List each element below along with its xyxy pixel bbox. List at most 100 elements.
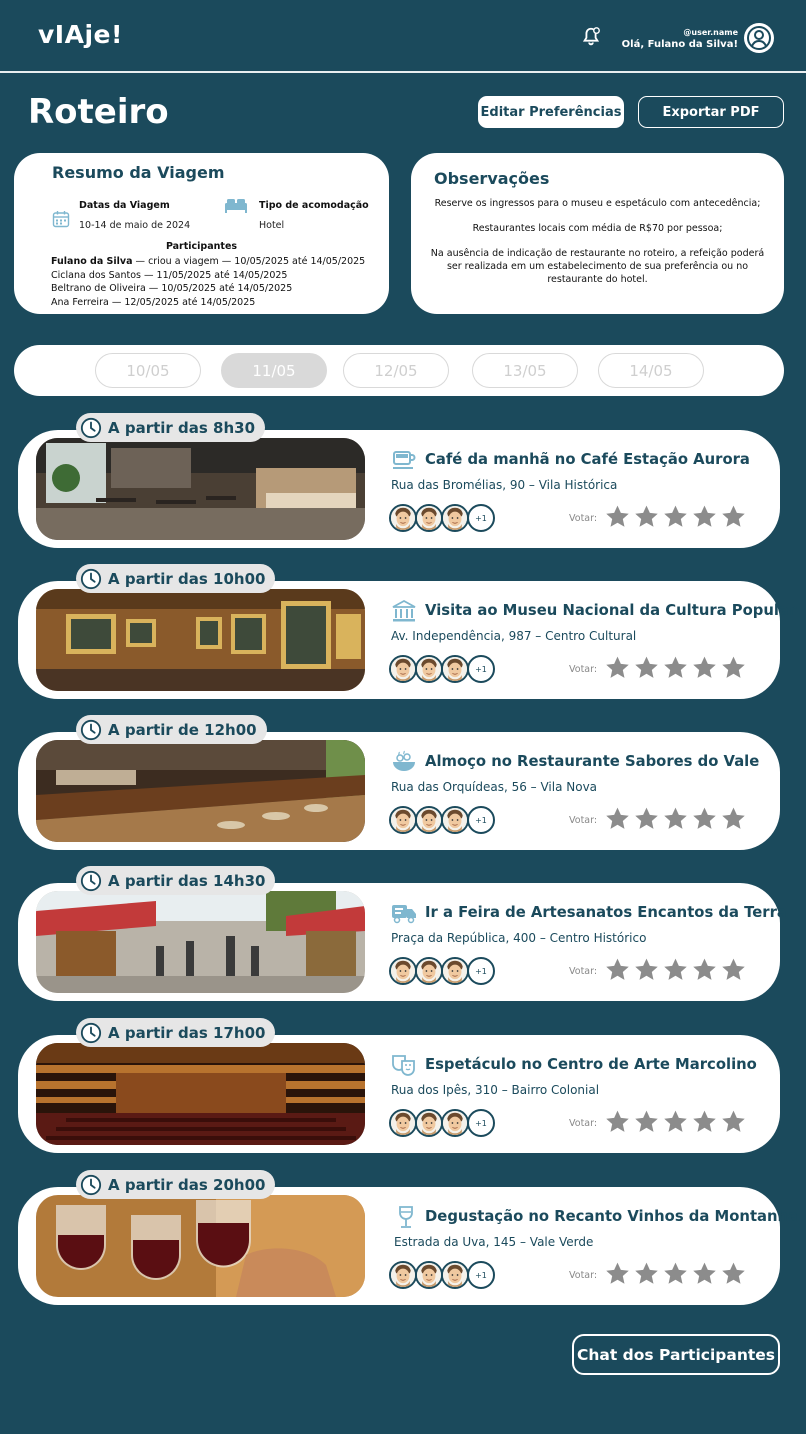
star-icon[interactable]	[634, 806, 659, 831]
activity-card[interactable]: Café da manhã no Café Estação Aurora Rua…	[18, 430, 780, 548]
star-icon[interactable]	[663, 655, 688, 680]
star-icon[interactable]	[692, 1261, 717, 1286]
activity-card[interactable]: Degustação no Recanto Vinhos da Montanha…	[18, 1187, 798, 1305]
app-logo[interactable]: vIAje!	[38, 20, 123, 49]
museum-photo	[36, 589, 365, 691]
date-tab[interactable]: 14/05	[598, 353, 704, 388]
activity-card[interactable]: Visita ao Museu Nacional da Cultura Popu…	[18, 581, 796, 699]
edit-preferences-button[interactable]: Editar Preferências	[478, 96, 624, 128]
participant-row: Ana Ferreira — 12/05/2025 até 14/05/2025	[51, 296, 256, 308]
date-tab[interactable]: 13/05	[472, 353, 578, 388]
star-icon[interactable]	[721, 806, 746, 831]
star-icon[interactable]	[663, 1109, 688, 1134]
rating-stars[interactable]	[605, 504, 746, 529]
avatar	[389, 655, 417, 683]
star-icon[interactable]	[692, 655, 717, 680]
star-icon[interactable]	[663, 504, 688, 529]
clock-icon	[80, 568, 102, 590]
star-icon[interactable]	[692, 806, 717, 831]
clock-icon	[80, 1174, 102, 1196]
participants-avatars[interactable]: +1	[389, 1261, 499, 1291]
star-icon[interactable]	[605, 504, 630, 529]
star-icon[interactable]	[634, 504, 659, 529]
star-icon[interactable]	[605, 957, 630, 982]
time-badge: A partir das 20h00	[76, 1170, 276, 1199]
observation-item: Restaurantes locais com média de R$70 po…	[472, 223, 723, 234]
rating-stars[interactable]	[605, 957, 746, 982]
notification-bell-icon[interactable]	[580, 26, 602, 48]
coffee-cup-icon	[393, 451, 416, 469]
avatar	[415, 1261, 443, 1289]
participants-avatars[interactable]: +1	[389, 1109, 499, 1139]
trip-summary-card: Resumo da Viagem Datas da Viagem 10-14 d…	[14, 153, 389, 314]
observations-card: Observações Reserve os ingressos para o …	[411, 153, 784, 314]
food-bowl-icon	[393, 750, 415, 771]
user-avatar-icon[interactable]	[744, 23, 774, 53]
activity-card[interactable]: Almoço no Restaurante Sabores do Vale Ru…	[18, 732, 780, 850]
time-badge: A partir das 17h00	[76, 1018, 276, 1047]
export-pdf-button[interactable]: Exportar PDF	[638, 96, 784, 128]
more-participants-badge[interactable]: +1	[467, 655, 495, 683]
time-label: A partir das 8h30	[108, 418, 256, 437]
time-label: A partir das 14h30	[108, 871, 266, 890]
theater-masks-icon	[392, 1055, 415, 1076]
vote-label: Votar:	[569, 815, 598, 826]
star-icon[interactable]	[634, 1109, 659, 1134]
star-icon[interactable]	[663, 1261, 688, 1286]
star-icon[interactable]	[721, 957, 746, 982]
activity-address: Rua dos Ipês, 310 – Bairro Colonial	[391, 1083, 600, 1097]
star-icon[interactable]	[663, 957, 688, 982]
avatar	[389, 1261, 417, 1289]
activity-card[interactable]: Ir a Feira de Artesanatos Encantos da Te…	[18, 883, 787, 1001]
star-icon[interactable]	[692, 957, 717, 982]
star-icon[interactable]	[721, 504, 746, 529]
activity-card[interactable]: Espetáculo no Centro de Arte Marcolino R…	[18, 1035, 780, 1153]
theater-photo	[36, 1043, 365, 1145]
star-icon[interactable]	[692, 504, 717, 529]
more-participants-badge[interactable]: +1	[467, 957, 495, 985]
header-divider	[0, 71, 806, 73]
star-icon[interactable]	[663, 806, 688, 831]
star-icon[interactable]	[721, 655, 746, 680]
activity-address: Praça da República, 400 – Centro Históri…	[391, 931, 647, 945]
date-tab-selected[interactable]: 11/05	[221, 353, 327, 388]
activity-address: Rua das Orquídeas, 56 – Vila Nova	[391, 780, 598, 794]
calendar-icon	[52, 211, 70, 228]
more-participants-badge[interactable]: +1	[467, 1261, 495, 1289]
rating-stars[interactable]	[605, 1109, 746, 1134]
activity-title: Ir a Feira de Artesanatos Encantos da Te…	[425, 904, 787, 921]
star-icon[interactable]	[605, 1261, 630, 1286]
participants-avatars[interactable]: +1	[389, 806, 499, 836]
star-icon[interactable]	[721, 1109, 746, 1134]
star-icon[interactable]	[605, 655, 630, 680]
star-icon[interactable]	[605, 806, 630, 831]
more-participants-badge[interactable]: +1	[467, 504, 495, 532]
truck-icon	[392, 905, 416, 924]
date-tab[interactable]: 12/05	[343, 353, 449, 388]
dates-label: Datas da Viagem	[79, 200, 170, 211]
restaurant-photo	[36, 740, 365, 842]
activity-address: Av. Independência, 987 – Centro Cultural	[391, 629, 637, 643]
star-icon[interactable]	[634, 655, 659, 680]
star-icon[interactable]	[634, 1261, 659, 1286]
user-greeting: Olá, Fulano da Silva!	[621, 39, 738, 50]
date-tab-bar: 10/05 11/05 12/05 13/05 14/05	[14, 345, 784, 396]
avatar	[441, 655, 469, 683]
participants-avatars[interactable]: +1	[389, 957, 499, 987]
rating-stars[interactable]	[605, 1261, 746, 1286]
rating-stars[interactable]	[605, 655, 746, 680]
star-icon[interactable]	[721, 1261, 746, 1286]
more-participants-badge[interactable]: +1	[467, 806, 495, 834]
avatar	[415, 806, 443, 834]
participants-avatars[interactable]: +1	[389, 655, 499, 685]
star-icon[interactable]	[634, 957, 659, 982]
rating-stars[interactable]	[605, 806, 746, 831]
more-participants-badge[interactable]: +1	[467, 1109, 495, 1137]
chat-participants-button[interactable]: Chat dos Participantes	[572, 1334, 780, 1375]
date-tab[interactable]: 10/05	[95, 353, 201, 388]
accommodation-value: Hotel	[259, 220, 285, 231]
participants-avatars[interactable]: +1	[389, 504, 499, 534]
star-icon[interactable]	[605, 1109, 630, 1134]
star-icon[interactable]	[692, 1109, 717, 1134]
avatar	[441, 1261, 469, 1289]
